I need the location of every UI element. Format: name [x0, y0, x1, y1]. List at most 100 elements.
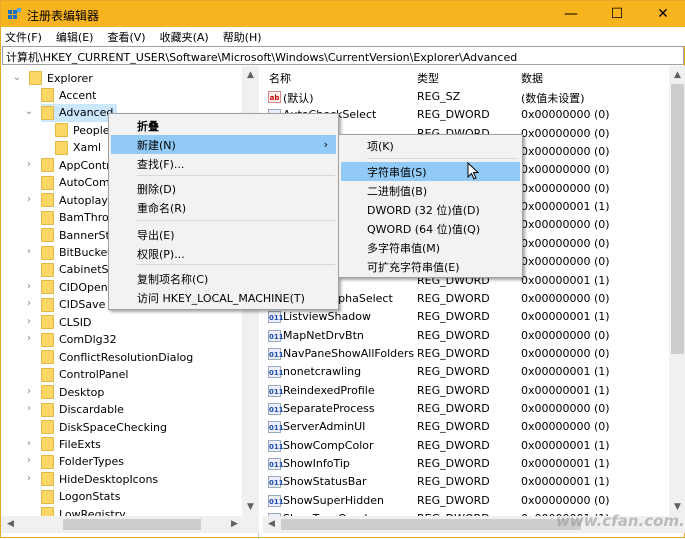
value-row[interactable]: 011 NavPaneShowAllFolders REG_DWORD 0x00000… — [263, 345, 669, 363]
tree-node[interactable]: FileExts — [41, 435, 101, 453]
context-menu-item-permissions[interactable]: 权限(P)... — [111, 244, 336, 263]
tree-node[interactable]: ConflictResolutionDialog — [41, 348, 193, 366]
tree-node[interactable]: CLSID — [41, 313, 92, 331]
value-data: 0x00000000 (0) — [521, 126, 610, 140]
tree-hscroll-thumb[interactable] — [63, 519, 201, 530]
minimize-button[interactable]: — — [548, 1, 594, 27]
context-menu-item-collapse[interactable]: 折叠 — [111, 116, 336, 135]
maximize-button[interactable]: ☐ — [594, 1, 640, 27]
tree-node[interactable]: Xaml — [55, 139, 101, 157]
tree-node[interactable]: Desktop — [41, 383, 104, 401]
context-menu-item-export[interactable]: 导出(E) — [111, 225, 336, 244]
submenu-item-dword-value[interactable]: DWORD (32 位)值(D) — [341, 200, 520, 219]
submenu-item-key[interactable]: 项(K) — [341, 136, 520, 155]
menu-item-label: 删除(D) — [137, 182, 177, 196]
context-menu-item-rename[interactable]: 重命名(R) — [111, 198, 336, 217]
tree-node-label: CIDOpen — [59, 280, 108, 294]
column-header-type[interactable]: 类型 — [417, 70, 439, 86]
tree-node[interactable]: CIDSave — [41, 296, 105, 314]
submenu-item-qword-value[interactable]: QWORD (64 位)值(Q) — [341, 219, 520, 238]
chevron-down-icon[interactable]: ⌄ — [12, 68, 22, 86]
value-data: 0x00000000 (0) — [521, 145, 610, 159]
tree-node[interactable]: BitBucket — [41, 244, 112, 262]
chevron-right-icon[interactable]: › — [24, 330, 34, 348]
list-vertical-scrollbar[interactable]: ▲ ▼ — [669, 66, 685, 516]
context-menu-item-new[interactable]: 新建(N) › — [111, 135, 336, 154]
submenu-item-string-value[interactable]: 字符串值(S) — [341, 162, 520, 181]
tree-node[interactable]: HideDesktopIcons — [41, 470, 158, 488]
tree-node[interactable]: FolderTypes — [41, 453, 124, 471]
menu-item-label: 导出(E) — [137, 228, 175, 242]
value-row[interactable]: 011 ServerAdminUI REG_DWORD 0x00000000 (0) — [263, 418, 669, 436]
tree-node[interactable]: Accent — [41, 86, 96, 104]
tree-node[interactable]: People — [55, 121, 110, 139]
value-row[interactable]: 011 ShowInfoTip REG_DWORD 0x00000001 (1) — [263, 455, 669, 473]
value-row[interactable]: 011 ShowCompColor REG_DWORD 0x00000001 (1) — [263, 437, 669, 455]
value-row[interactable]: 011 MapNetDrvBtn REG_DWORD 0x00000000 (0) — [263, 327, 669, 345]
menu-edit[interactable]: 编辑(E) — [56, 29, 94, 45]
tree-node[interactable]: LogonStats — [41, 488, 120, 506]
list-hscroll-thumb[interactable] — [281, 519, 581, 530]
value-data: 0x00000001 (1) — [521, 438, 610, 452]
chevron-right-icon[interactable]: › — [24, 312, 34, 330]
value-row[interactable]: 011 ShowSuperHidden REG_DWORD 0x00000000 (0… — [263, 492, 669, 510]
value-row[interactable]: 011 ReindexedProfile REG_DWORD 0x00000001 (… — [263, 382, 669, 400]
chevron-right-icon[interactable]: › — [24, 243, 34, 261]
tree-node[interactable]: CIDOpen — [41, 278, 108, 296]
tree-horizontal-scrollbar[interactable]: ◀ ▶ — [1, 516, 259, 533]
value-data: 0x00000000 (0) — [521, 420, 610, 434]
scroll-down-icon[interactable]: ▼ — [674, 502, 681, 512]
folder-icon — [41, 105, 54, 120]
chevron-right-icon[interactable]: › — [24, 190, 34, 208]
menu-favorites[interactable]: 收藏夹(A) — [160, 29, 209, 45]
menu-view[interactable]: 查看(V) — [107, 29, 145, 45]
close-button[interactable]: ✕ — [640, 1, 685, 27]
value-row[interactable]: 011 ShowStatusBar REG_DWORD 0x00000001 (1) — [263, 473, 669, 491]
chevron-down-icon[interactable]: ⌄ — [24, 103, 34, 121]
submenu-item-multi-string-value[interactable]: 多字符串值(M) — [341, 238, 520, 257]
scroll-up-icon[interactable]: ▲ — [247, 70, 254, 80]
chevron-right-icon[interactable]: › — [24, 434, 34, 452]
value-row[interactable]: 011 nonetcrawling REG_DWORD 0x00000001 (1) — [263, 363, 669, 381]
submenu-item-expandable-string-value[interactable]: 可扩充字符串值(E) — [341, 257, 520, 276]
value-type: REG_DWORD — [417, 457, 490, 470]
value-data: 0x00000000 (0) — [521, 236, 610, 250]
tree-node[interactable]: ComDlg32 — [41, 331, 117, 349]
chevron-right-icon[interactable]: › — [24, 277, 34, 295]
tree-node[interactable]: Explorer — [29, 69, 93, 87]
scroll-left-icon[interactable]: ◀ — [268, 519, 275, 529]
menu-item-label: 多字符串值(M) — [367, 241, 441, 255]
tree-node[interactable]: ControlPanel — [41, 366, 128, 384]
value-name: NavPaneShowAllFolders — [283, 346, 415, 360]
tree-node[interactable]: Discardable — [41, 401, 124, 419]
registry-editor-window: 注册表编辑器 — ☐ ✕ 文件(F) 编辑(E) 查看(V) 收藏夹(A) 帮助… — [0, 0, 685, 539]
menu-help[interactable]: 帮助(H) — [223, 29, 262, 45]
chevron-right-icon[interactable]: › — [24, 382, 34, 400]
folder-icon — [41, 420, 54, 434]
value-row[interactable]: ab (默认) REG_SZ (数值未设置) — [263, 88, 669, 106]
list-vscroll-thumb[interactable] — [671, 84, 684, 354]
chevron-right-icon[interactable]: › — [24, 469, 34, 487]
context-menu-item-find[interactable]: 查找(F)... — [111, 154, 336, 173]
value-row[interactable]: 011 SeparateProcess REG_DWORD 0x00000000 (0… — [263, 400, 669, 418]
column-header-name[interactable]: 名称 — [269, 70, 291, 86]
context-menu-item-copy-key-name[interactable]: 复制项名称(C) — [111, 269, 336, 288]
chevron-right-icon[interactable]: › — [24, 295, 34, 313]
scroll-right-icon[interactable]: ▶ — [231, 519, 238, 529]
context-menu-item-delete[interactable]: 删除(D) — [111, 179, 336, 198]
chevron-right-icon[interactable]: › — [24, 155, 34, 173]
column-header-data[interactable]: 数据 — [521, 70, 543, 86]
submenu-item-binary-value[interactable]: 二进制值(B) — [341, 181, 520, 200]
value-row[interactable]: 011 ListviewShadow REG_DWORD 0x00000001 (1) — [263, 308, 669, 326]
address-bar[interactable]: 计算机\HKEY_CURRENT_USER\Software\Microsoft… — [2, 46, 684, 65]
tree-node[interactable]: Advanced — [41, 103, 118, 122]
value-name: ShowCompColor — [283, 438, 374, 452]
scroll-down-icon[interactable]: ▼ — [247, 502, 254, 512]
scroll-left-icon[interactable]: ◀ — [7, 519, 14, 529]
scroll-up-icon[interactable]: ▲ — [674, 70, 681, 80]
menu-file[interactable]: 文件(F) — [5, 29, 42, 45]
chevron-right-icon[interactable]: › — [24, 400, 34, 418]
tree-node[interactable]: DiskSpaceChecking — [41, 418, 167, 436]
context-menu-item-goto-hklm[interactable]: 访问 HKEY_LOCAL_MACHINE(T) — [111, 288, 336, 307]
chevron-right-icon[interactable]: › — [24, 452, 34, 470]
